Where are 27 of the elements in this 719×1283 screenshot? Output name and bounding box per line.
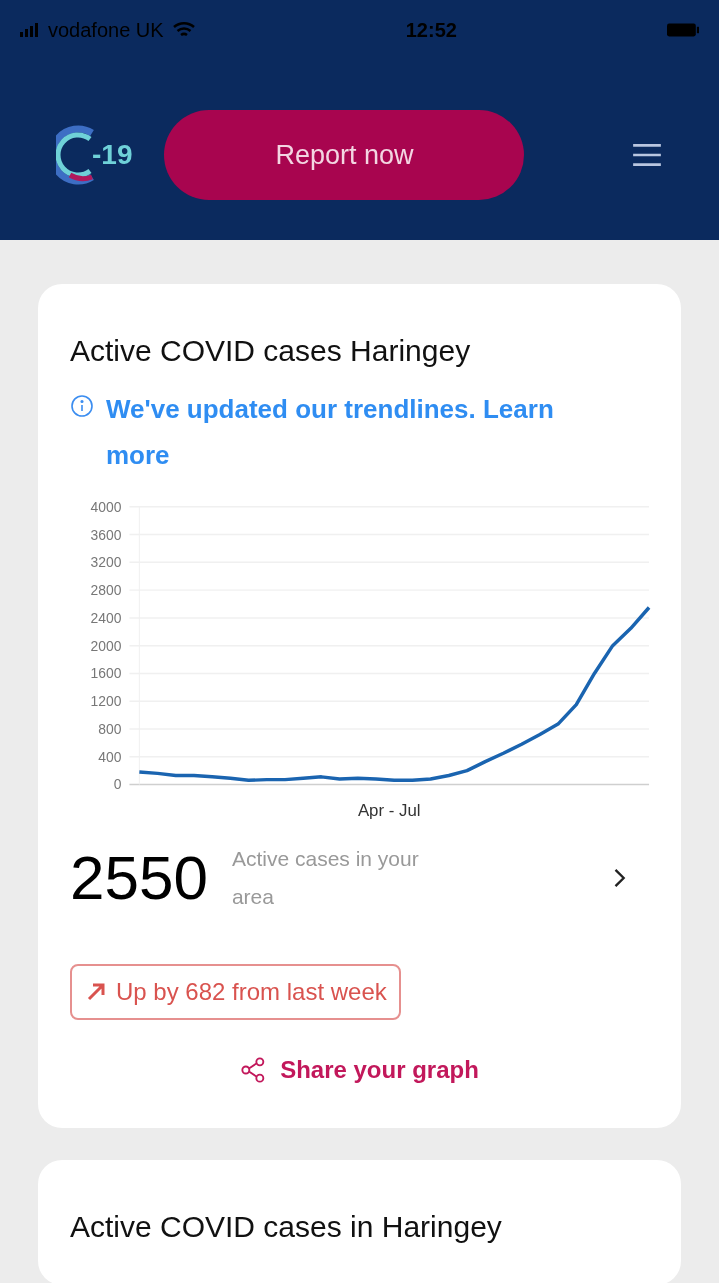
y-tick-label: 3600 — [90, 526, 122, 543]
trend-text: Up by 682 from last week — [116, 976, 387, 1007]
carrier-name: vodafone UK — [48, 18, 164, 43]
y-tick-label: 1200 — [90, 693, 122, 710]
y-tick-label: 3200 — [90, 554, 122, 571]
x-axis-label: Apr - Jul — [357, 801, 421, 821]
y-tick-label: 2000 — [90, 637, 122, 654]
battery-icon — [667, 22, 699, 38]
share-graph-button[interactable]: Share your graph — [240, 1051, 479, 1088]
clock-time: 12:52 — [405, 18, 457, 43]
case-count-label: Active cases in your area — [231, 846, 420, 911]
logo-text: -19 — [92, 138, 133, 172]
y-tick-label: 0 — [113, 776, 122, 793]
case-count: 2550 — [70, 847, 208, 910]
card-title: Active COVID cases in Haringey — [70, 1208, 503, 1245]
y-tick-label: 2400 — [90, 609, 122, 626]
trendlines-link[interactable]: We've updated our trendlines. Learn more — [106, 385, 649, 480]
card-title: Active COVID cases Haringey — [70, 333, 472, 369]
signal-icon — [20, 22, 40, 38]
y-tick-label: 800 — [98, 721, 122, 737]
y-tick-label: 4000 — [90, 498, 122, 515]
menu-icon[interactable] — [631, 141, 663, 169]
y-tick-label: 1600 — [90, 665, 122, 682]
y-tick-label: 2800 — [90, 582, 122, 599]
report-now-button[interactable]: Report now — [164, 110, 525, 200]
info-icon — [70, 393, 94, 418]
y-tick-label: 400 — [98, 748, 122, 765]
